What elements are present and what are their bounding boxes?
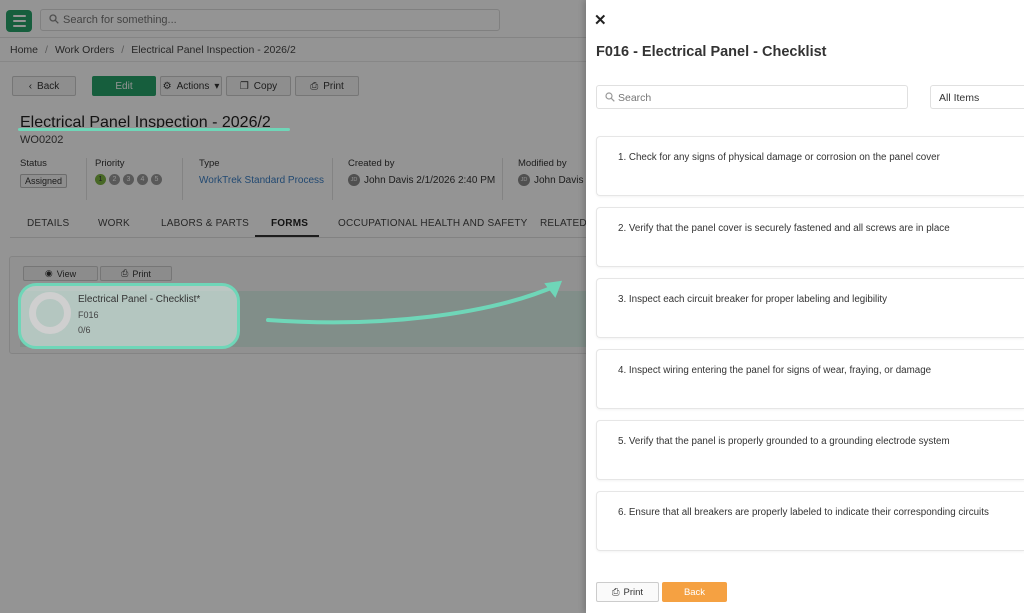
printer-icon: ⎙	[611, 586, 620, 598]
checklist-search-input[interactable]	[618, 90, 898, 106]
drawer-back-button[interactable]: Back	[662, 582, 727, 602]
checklist-item-text: 5. Verify that the panel is properly gro…	[618, 436, 950, 447]
checklist-item[interactable]: 3. Inspect each circuit breaker for prop…	[596, 278, 1024, 338]
form-progress: 0/6	[78, 325, 91, 335]
form-name: Electrical Panel - Checklist*	[78, 294, 201, 305]
drawer-back-label: Back	[683, 586, 706, 598]
checklist-item[interactable]: 2. Verify that the panel cover is secure…	[596, 207, 1024, 267]
checklist-item[interactable]: 5. Verify that the panel is properly gro…	[596, 420, 1024, 480]
progress-ring-icon	[29, 292, 71, 334]
checklist-item[interactable]: 4. Inspect wiring entering the panel for…	[596, 349, 1024, 409]
checklist-item-text: 6. Ensure that all breakers are properly…	[618, 507, 989, 518]
checklist-item-text: 2. Verify that the panel cover is secure…	[618, 223, 950, 234]
checklist-item[interactable]: 6. Ensure that all breakers are properly…	[596, 491, 1024, 551]
search-icon	[605, 92, 615, 102]
checklist-item-text: 1. Check for any signs of physical damag…	[618, 152, 940, 163]
drawer-title: F016 - Electrical Panel - Checklist	[596, 44, 827, 60]
checklist-item[interactable]: 1. Check for any signs of physical damag…	[596, 136, 1024, 196]
checklist-drawer: ✕ F016 - Electrical Panel - Checklist Al…	[586, 0, 1024, 613]
form-code: F016	[78, 310, 99, 320]
drawer-print-label: Print	[623, 586, 644, 598]
title-highlight-underline	[18, 128, 290, 131]
close-icon[interactable]: ✕	[594, 13, 608, 28]
checklist-item-text: 3. Inspect each circuit breaker for prop…	[618, 294, 888, 305]
drawer-print-button[interactable]: ⎙ Print	[596, 582, 659, 602]
checklist-item-text: 4. Inspect wiring entering the panel for…	[618, 365, 932, 376]
annotation-arrow-icon	[266, 280, 563, 325]
checklist-search[interactable]	[596, 85, 908, 109]
form-row-highlight[interactable]: Electrical Panel - Checklist* F016 0/6	[18, 283, 240, 349]
items-filter-select[interactable]: All Items	[930, 85, 1024, 109]
